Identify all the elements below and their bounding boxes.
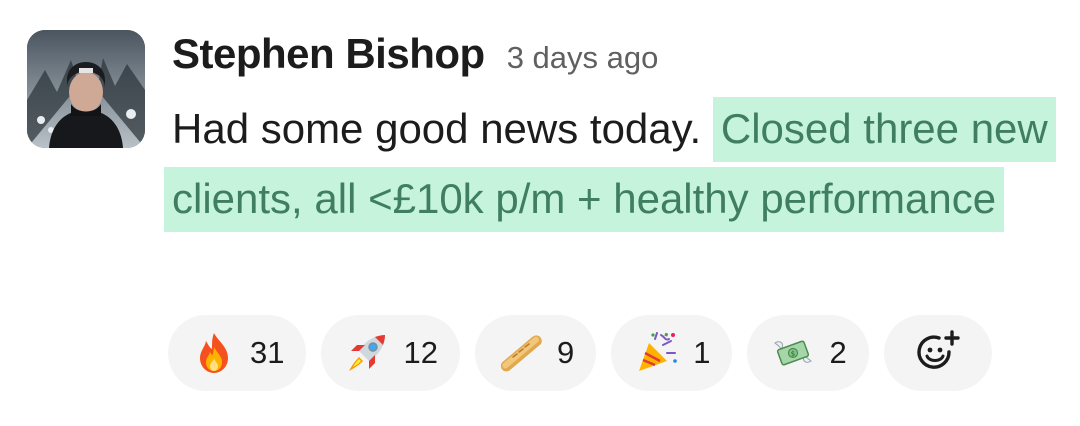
avatar[interactable] xyxy=(27,30,145,148)
reaction-party-popper[interactable]: 1 xyxy=(611,315,733,391)
author-name[interactable]: Stephen Bishop xyxy=(172,30,485,78)
rocket-icon xyxy=(349,335,386,371)
baguette-icon xyxy=(500,335,542,372)
message-header: Stephen Bishop 3 days ago xyxy=(172,30,658,90)
reactions-bar: 31 12 9 1 $ 2 xyxy=(168,315,992,391)
reaction-count: 1 xyxy=(693,335,711,370)
add-reaction-button[interactable] xyxy=(883,315,992,391)
reaction-fire[interactable]: 31 xyxy=(168,315,307,391)
message-text: Had some good news today. xyxy=(172,105,702,152)
reaction-count: 9 xyxy=(556,335,575,370)
fire-icon xyxy=(200,333,228,373)
reaction-rocket[interactable]: 12 xyxy=(321,315,460,391)
add-emoji-icon xyxy=(917,330,960,369)
reaction-count: 2 xyxy=(829,335,847,370)
timestamp[interactable]: 3 days ago xyxy=(507,40,659,76)
message-body: Had some good news today. Closed three n… xyxy=(164,94,1064,234)
reaction-money-with-wings[interactable]: $ 2 xyxy=(747,315,869,391)
reaction-count: 31 xyxy=(250,335,285,370)
avatar-photo xyxy=(27,30,145,148)
party-popper-icon xyxy=(639,332,678,371)
svg-text:$: $ xyxy=(791,350,795,358)
reaction-count: 12 xyxy=(403,335,438,370)
reaction-baguette[interactable]: 9 xyxy=(474,315,597,391)
money-with-wings-icon: $ xyxy=(774,340,813,366)
